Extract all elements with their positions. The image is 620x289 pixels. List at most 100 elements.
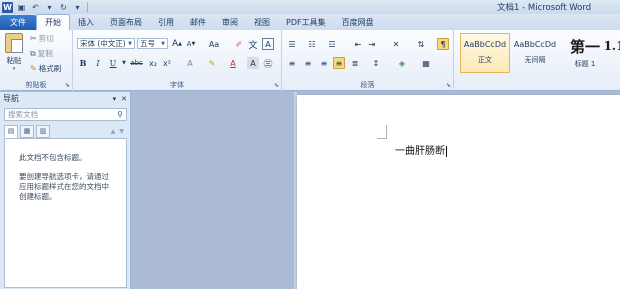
font-name-value: 宋体 (中文正) (80, 39, 126, 48)
bold-button[interactable]: B (77, 57, 89, 69)
strikethrough-button[interactable]: abc (129, 57, 144, 69)
increase-indent-icon[interactable]: ⇥ (366, 38, 378, 50)
style-name: 正文 (478, 56, 492, 64)
style-sample: AaBbCcDd (513, 40, 557, 49)
distributed-icon[interactable]: ≣ (349, 57, 361, 69)
previous-arrow-icon[interactable]: ▲ (111, 128, 116, 135)
char-border-button[interactable]: A (262, 38, 274, 50)
show-marks-icon[interactable]: ¶ (437, 38, 449, 50)
change-case-button[interactable]: Aa (206, 38, 222, 50)
font-color-button[interactable]: A (227, 57, 239, 69)
shrink-font-button[interactable]: A ▼ (185, 38, 197, 50)
nav-no-headings-message: 此文档不包含标题。 (19, 153, 87, 162)
align-right-icon[interactable]: ≡ (318, 57, 330, 69)
document-page[interactable]: 一曲肝肠断 (297, 95, 620, 289)
style-name: 无间隔 (524, 56, 546, 64)
customize-qat-icon[interactable]: ▾ (72, 2, 83, 13)
pages-tab-icon[interactable]: ▦ (20, 124, 34, 138)
word-logo-icon[interactable]: W (2, 1, 13, 13)
pinyin-button[interactable]: 文 (247, 38, 259, 51)
text-effects-icon[interactable]: A (184, 57, 196, 69)
copy-label: 复制 (37, 49, 53, 58)
nav-search-input[interactable]: 搜索文档 ⚲ (4, 108, 127, 121)
decrease-indent-icon[interactable]: ⇤ (352, 38, 364, 50)
tab-home[interactable]: 开始 (36, 14, 70, 30)
enclose-char-icon[interactable]: ㊂ (262, 57, 274, 70)
sort-icon[interactable]: ⇅ (415, 38, 427, 50)
line-spacing-icon[interactable]: ↕ (370, 57, 382, 69)
font-group-label: 字体 (170, 81, 184, 89)
tab-view[interactable]: 视图 (246, 15, 278, 30)
title-bar: W ▣ ↶ ▾ ↻ ▾ 文档1 - Microsoft Word (0, 0, 620, 14)
format-painter-button[interactable]: ✎ 格式刷 (30, 63, 61, 74)
next-arrow-icon[interactable]: ▼ (119, 128, 124, 135)
results-tab-icon[interactable]: ▥ (36, 124, 50, 138)
pinyin-icon: 文 (248, 40, 258, 51)
tab-file[interactable]: 文件 (0, 15, 36, 30)
document-text-content: 一曲肝肠断 (395, 146, 445, 157)
subscript-icon: x₂ (149, 58, 157, 68)
redo-icon[interactable]: ↻ (58, 2, 69, 13)
undo-icon[interactable]: ↶ (30, 2, 41, 13)
superscript-button[interactable]: x² (161, 57, 173, 69)
paragraph-group-label: 段落 (360, 81, 375, 89)
tab-insert[interactable]: 插入 (70, 15, 102, 30)
borders-icon[interactable]: ▦ (420, 57, 432, 69)
paste-icon (5, 33, 23, 53)
headings-tab-icon[interactable]: ▤ (4, 124, 18, 138)
style-normal[interactable]: AaBbCcDd 正文 (460, 33, 510, 73)
tab-review[interactable]: 审阅 (214, 15, 246, 30)
nav-options-icon[interactable]: ▾ (113, 95, 117, 103)
style-sample: 1.1 (604, 39, 620, 53)
style-heading-1[interactable]: 第一 标题 1 (560, 33, 610, 73)
paragraph-group: ☰ ☷ ☲ ⇤ ⇥ ✕ ⇅ ¶ ≡ ≡ ≡ ≡ ≣ ↕ ◈ ▦ 段落 ⬊ (282, 30, 454, 91)
tab-baidu-netdisk[interactable]: 百度网盘 (334, 15, 382, 30)
style-heading-2[interactable]: 1.1 (604, 33, 620, 73)
tab-references[interactable]: 引用 (150, 15, 182, 30)
bold-icon: B (79, 58, 87, 68)
clear-format-icon[interactable]: ✐ (233, 38, 245, 50)
font-size-combo[interactable]: 五号 ▼ (137, 38, 168, 49)
nav-tabs: ▤ ▦ ▥ ▲ ▼ (4, 124, 127, 138)
nav-body: 此文档不包含标题。 要创建导航选项卡，请通过应用标题样式在您的文档中创建标题。 (4, 138, 127, 288)
italic-button[interactable]: I (92, 57, 104, 69)
numbering-icon[interactable]: ☷ (306, 38, 318, 50)
subscript-button[interactable]: x₂ (147, 57, 159, 69)
copy-button[interactable]: ⧉ 复制 (30, 48, 53, 59)
close-icon[interactable]: ✕ (121, 95, 127, 103)
tab-pdf-tools[interactable]: PDF工具集 (278, 15, 334, 30)
justify-icon[interactable]: ≡ (333, 57, 345, 69)
highlight-icon[interactable]: ✎ (206, 57, 218, 69)
save-icon[interactable]: ▣ (16, 2, 27, 13)
dropdown-icon[interactable]: ▾ (44, 2, 55, 13)
multilevel-list-icon[interactable]: ☲ (326, 38, 338, 50)
search-icon[interactable]: ⚲ (114, 110, 126, 119)
align-left-icon[interactable]: ≡ (286, 57, 298, 69)
grow-font-button[interactable]: A ▲ (171, 38, 183, 50)
strikethrough-icon: abc (130, 59, 143, 67)
char-border-icon: A (265, 39, 271, 49)
paragraph-launcher-icon[interactable]: ⬊ (446, 82, 451, 89)
style-no-spacing[interactable]: AaBbCcDd 无间隔 (510, 33, 560, 73)
cut-button[interactable]: ✂ 剪切 (30, 33, 54, 44)
chevron-down-icon: ▼ (128, 40, 132, 47)
font-size-value: 五号 (140, 39, 155, 48)
document-text[interactable]: 一曲肝肠断 (395, 142, 447, 157)
shading-icon[interactable]: ◈ (396, 57, 408, 69)
copy-icon: ⧉ (30, 48, 36, 58)
bullets-icon[interactable]: ☰ (286, 38, 298, 50)
align-center-icon[interactable]: ≡ (302, 57, 314, 69)
change-case-icon: Aa (208, 39, 220, 49)
paste-button[interactable]: 粘贴 ▾ (3, 33, 25, 77)
font-name-combo[interactable]: 宋体 (中文正) ▼ (77, 38, 135, 49)
tab-mailings[interactable]: 邮件 (182, 15, 214, 30)
paste-dropdown-icon: ▾ (12, 66, 16, 72)
nav-controls: ▾ ✕ (113, 95, 127, 103)
tab-page-layout[interactable]: 页面布局 (102, 15, 150, 30)
font-launcher-icon[interactable]: ⬊ (274, 82, 279, 89)
style-sample: 第一 (569, 38, 600, 56)
chinese-layout-icon[interactable]: ✕ (390, 38, 402, 50)
clipboard-launcher-icon[interactable]: ⬊ (65, 82, 70, 89)
font-group: 宋体 (中文正) ▼ 五号 ▼ A ▲ A ▼ Aa ✐ 文 A B I U ▼ abc… (73, 30, 282, 91)
char-shading-icon[interactable]: A (247, 57, 259, 69)
